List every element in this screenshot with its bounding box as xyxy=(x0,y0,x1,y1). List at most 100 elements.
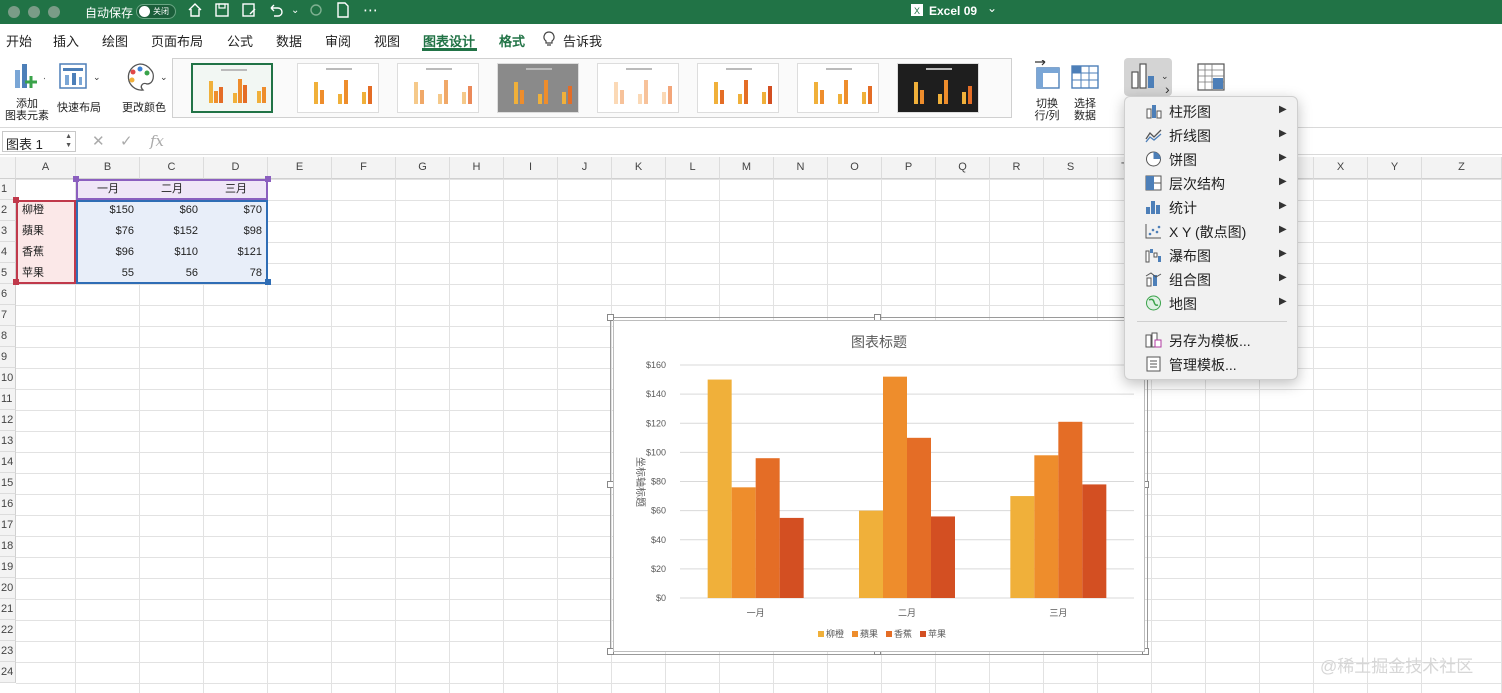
column-header[interactable]: M xyxy=(720,157,774,179)
menu-item-line[interactable]: 折线图 ▶ xyxy=(1125,123,1299,147)
column-header[interactable]: C xyxy=(140,157,204,179)
tab-review[interactable]: 审阅 xyxy=(325,31,351,50)
tab-view[interactable]: 视图 xyxy=(374,31,400,50)
column-header[interactable]: H xyxy=(450,157,504,179)
column-header[interactable]: I xyxy=(504,157,558,179)
row-header[interactable]: 15 xyxy=(0,473,16,494)
column-header[interactable]: R xyxy=(990,157,1044,179)
tab-formulas[interactable]: 公式 xyxy=(227,31,253,50)
range-handle[interactable] xyxy=(13,197,19,203)
close-window-button[interactable] xyxy=(8,6,20,18)
row-header[interactable]: 19 xyxy=(0,557,16,578)
row-header[interactable]: 17 xyxy=(0,515,16,536)
formula-input[interactable] xyxy=(172,132,1498,152)
add-chart-element-button[interactable]: ⌄ 添加 图表元素 xyxy=(2,60,52,122)
more-icon[interactable]: ⋯ xyxy=(363,2,378,20)
row-header[interactable]: 18 xyxy=(0,536,16,557)
column-header[interactable]: K xyxy=(612,157,666,179)
undo-icon[interactable] xyxy=(268,2,284,23)
home-icon[interactable] xyxy=(187,2,203,23)
row-header[interactable]: 9 xyxy=(0,347,16,368)
quick-layout-button[interactable]: ⌄ 快速布局 xyxy=(54,60,104,114)
save-as-icon[interactable] xyxy=(241,2,257,23)
tab-home[interactable]: 开始 xyxy=(6,31,32,50)
row-header[interactable]: 8 xyxy=(0,326,16,347)
chart-style-2[interactable] xyxy=(297,63,379,113)
row-header[interactable]: 4 xyxy=(0,242,16,263)
range-handle[interactable] xyxy=(13,279,19,285)
column-header[interactable]: F xyxy=(332,157,396,179)
tab-page-layout[interactable]: 页面布局 xyxy=(151,31,203,50)
column-header[interactable]: G xyxy=(396,157,450,179)
chart-style-5[interactable] xyxy=(597,63,679,113)
column-header[interactable]: J xyxy=(558,157,612,179)
fx-icon[interactable]: fx xyxy=(150,132,164,150)
column-header[interactable]: P xyxy=(882,157,936,179)
row-header[interactable]: 14 xyxy=(0,452,16,473)
row-header[interactable]: 16 xyxy=(0,494,16,515)
column-header[interactable]: Z xyxy=(1422,157,1502,179)
row-header[interactable]: 13 xyxy=(0,431,16,452)
tab-draw[interactable]: 绘图 xyxy=(102,31,128,50)
row-header[interactable]: 6 xyxy=(0,284,16,305)
menu-item-scatter[interactable]: X Y (散点图) ▶ xyxy=(1125,219,1299,243)
move-chart-button[interactable] xyxy=(1194,60,1228,98)
row-header[interactable]: 10 xyxy=(0,368,16,389)
column-header[interactable]: N xyxy=(774,157,828,179)
row-header[interactable]: 24 xyxy=(0,662,16,683)
confirm-icon[interactable]: ✓ xyxy=(120,132,133,150)
column-header[interactable]: B xyxy=(76,157,140,179)
row-header[interactable]: 2 xyxy=(0,200,16,221)
tab-format[interactable]: 格式 xyxy=(499,31,525,50)
column-header[interactable]: Q xyxy=(936,157,990,179)
tab-tell-me[interactable]: 告诉我 xyxy=(563,31,602,50)
tab-data[interactable]: 数据 xyxy=(276,31,302,50)
row-header[interactable]: 21 xyxy=(0,599,16,620)
chart-style-7[interactable] xyxy=(797,63,879,113)
tell-me-lightbulb-icon[interactable] xyxy=(543,31,555,50)
menu-item-combo[interactable]: 组合图 ▶ xyxy=(1125,267,1299,291)
range-handle[interactable] xyxy=(73,176,79,182)
menu-item-pie[interactable]: 饼图 ▶ xyxy=(1125,147,1299,171)
row-header[interactable]: 23 xyxy=(0,641,16,662)
row-header[interactable]: 22 xyxy=(0,620,16,641)
chart-style-6[interactable] xyxy=(697,63,779,113)
range-handle[interactable] xyxy=(265,279,271,285)
name-box[interactable]: 图表 1 ▲ ▼ xyxy=(2,131,76,152)
redo-icon[interactable] xyxy=(308,2,324,23)
chart-style-3[interactable] xyxy=(397,63,479,113)
row-header[interactable]: 11 xyxy=(0,389,16,410)
change-colors-button[interactable]: ⌄ 更改颜色 xyxy=(118,60,170,114)
column-header[interactable]: O xyxy=(828,157,882,179)
menu-item-manage-template[interactable]: 管理模板... xyxy=(1125,352,1299,376)
column-chart[interactable]: 图表标题 $0 $20 $40 $60 $80 $100 $120 $140 $160 坐标轴标题一… xyxy=(613,320,1145,652)
row-header[interactable]: 20 xyxy=(0,578,16,599)
zoom-window-button[interactable] xyxy=(48,6,60,18)
name-box-stepper-icon[interactable]: ▲ ▼ xyxy=(65,132,72,150)
undo-dropdown-icon[interactable]: ⌄ xyxy=(291,2,299,20)
minimize-window-button[interactable] xyxy=(28,6,40,18)
cancel-icon[interactable]: ✕ xyxy=(92,132,105,150)
gallery-next-icon[interactable]: › xyxy=(1165,81,1170,97)
menu-item-hierarchy[interactable]: 层次结构 ▶ xyxy=(1125,171,1299,195)
menu-item-map[interactable]: 地图 ▶ xyxy=(1125,291,1299,315)
row-header[interactable]: 12 xyxy=(0,410,16,431)
select-data-button[interactable]: 选择 数据 xyxy=(1068,60,1102,122)
column-header[interactable]: L xyxy=(666,157,720,179)
range-handle[interactable] xyxy=(265,176,271,182)
column-header[interactable]: Y xyxy=(1368,157,1422,179)
menu-item-save-template[interactable]: 另存为模板... xyxy=(1125,328,1299,352)
chart-style-1[interactable] xyxy=(191,63,273,113)
chart-style-8[interactable] xyxy=(897,63,979,113)
save-icon[interactable] xyxy=(214,2,230,23)
column-header[interactable]: E xyxy=(268,157,332,179)
row-header[interactable]: 7 xyxy=(0,305,16,326)
chart-style-4[interactable] xyxy=(497,63,579,113)
column-header[interactable]: S xyxy=(1044,157,1098,179)
select-all-corner[interactable] xyxy=(0,157,16,179)
menu-item-column[interactable]: 柱形图 ▶ xyxy=(1125,99,1299,123)
column-header[interactable]: A xyxy=(16,157,76,179)
column-header[interactable]: X xyxy=(1314,157,1368,179)
switch-row-column-button[interactable]: 切换 行/列 xyxy=(1028,60,1066,122)
tab-insert[interactable]: 插入 xyxy=(53,31,79,50)
